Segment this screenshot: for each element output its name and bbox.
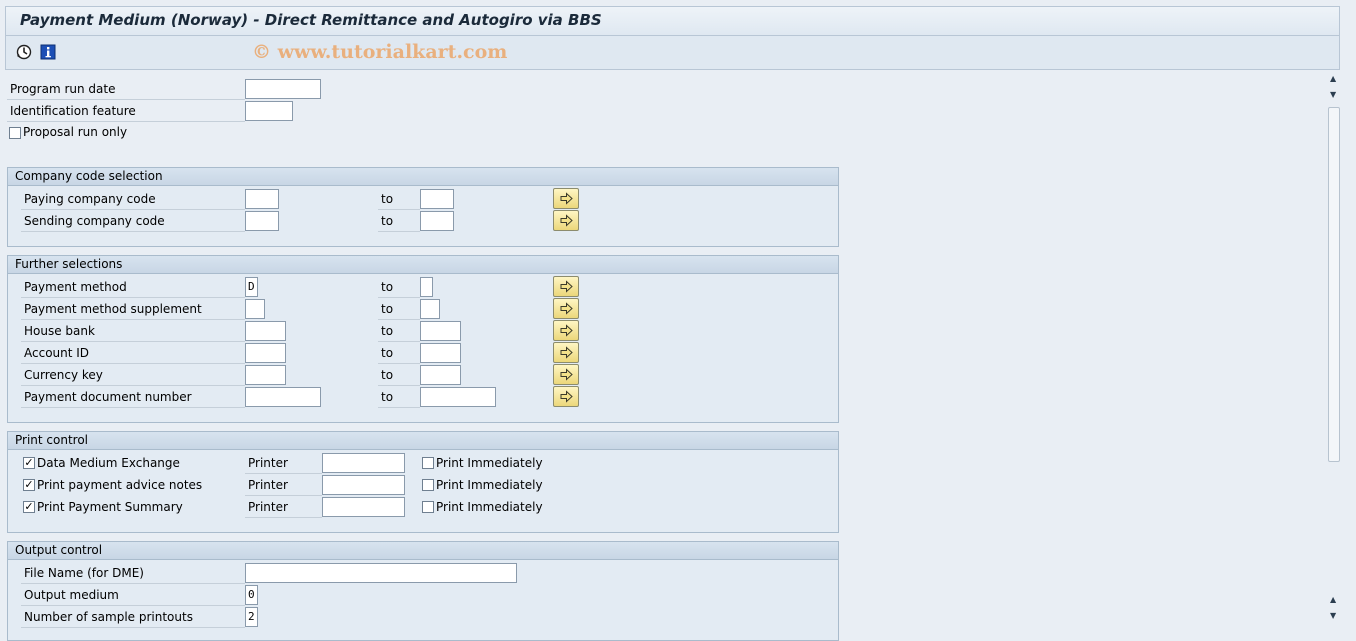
scroll-page-up-icon[interactable]: ▼: [1330, 90, 1336, 99]
execute-icon[interactable]: [16, 44, 32, 60]
currency-key-from[interactable]: [245, 365, 286, 385]
group-title: Company code selection: [8, 168, 838, 186]
payment-document-number-from[interactable]: [245, 387, 321, 407]
printer-label: Printer: [245, 453, 322, 474]
selection-screen: Program run date Identification feature …: [0, 71, 1324, 641]
scroll-down-icon[interactable]: ▼: [1330, 611, 1336, 620]
printer-field[interactable]: [322, 475, 405, 495]
print-payment-summary-label: Print Payment Summary: [37, 500, 183, 514]
file-name-field[interactable]: [245, 563, 517, 583]
payment-method-supplement-label: Payment method supplement: [21, 299, 245, 320]
print-payment-advice-checkbox[interactable]: ✓: [23, 479, 35, 491]
payment-method-to[interactable]: [420, 277, 433, 297]
print-immediately-label: Print Immediately: [436, 456, 543, 470]
multiple-selection-button[interactable]: [553, 188, 579, 209]
arrow-right-icon: [560, 346, 573, 359]
to-label: to: [378, 343, 420, 364]
identification-feature-field[interactable]: [245, 101, 293, 121]
data-medium-exchange-checkbox[interactable]: ✓: [23, 457, 35, 469]
print-payment-advice-label: Print payment advice notes: [37, 478, 203, 492]
group-title: Print control: [8, 432, 838, 450]
arrow-right-icon: [560, 214, 573, 227]
printer-label: Printer: [245, 475, 322, 496]
group-title: Output control: [8, 542, 838, 560]
printer-field[interactable]: [322, 453, 405, 473]
identification-feature-label: Identification feature: [7, 101, 245, 122]
file-name-label: File Name (for DME): [21, 563, 245, 584]
multiple-selection-button[interactable]: [553, 342, 579, 363]
currency-key-to[interactable]: [420, 365, 461, 385]
paying-company-code-label: Paying company code: [21, 189, 245, 210]
payment-document-number-label: Payment document number: [21, 387, 245, 408]
arrow-right-icon: [560, 390, 573, 403]
to-label: to: [378, 299, 420, 320]
printer-label: Printer: [245, 497, 322, 518]
proposal-run-checkbox[interactable]: [9, 127, 21, 139]
account-id-label: Account ID: [21, 343, 245, 364]
payment-method-supplement-to[interactable]: [420, 299, 440, 319]
to-label: to: [378, 189, 420, 210]
paying-company-code-to[interactable]: [420, 189, 454, 209]
print-immediately-checkbox[interactable]: [422, 457, 434, 469]
sample-printouts-label: Number of sample printouts: [21, 607, 245, 628]
group-title: Further selections: [8, 256, 838, 274]
house-bank-from[interactable]: [245, 321, 286, 341]
sample-printouts-field[interactable]: 2: [245, 607, 258, 627]
to-label: to: [378, 211, 420, 232]
printer-field[interactable]: [322, 497, 405, 517]
output-medium-label: Output medium: [21, 585, 245, 606]
scrollbar-thumb[interactable]: [1328, 107, 1340, 462]
sending-company-code-label: Sending company code: [21, 211, 245, 232]
to-label: to: [378, 321, 420, 342]
output-medium-field[interactable]: 0: [245, 585, 258, 605]
proposal-run-label: Proposal run only: [23, 125, 128, 139]
print-immediately-checkbox[interactable]: [422, 501, 434, 513]
multiple-selection-button[interactable]: [553, 298, 579, 319]
account-id-to[interactable]: [420, 343, 461, 363]
arrow-right-icon: [560, 192, 573, 205]
payment-document-number-to[interactable]: [420, 387, 496, 407]
arrow-right-icon: [560, 302, 573, 315]
paying-company-code-from[interactable]: [245, 189, 279, 209]
page-title: Payment Medium (Norway) - Direct Remitta…: [20, 11, 602, 29]
print-payment-summary-checkbox[interactable]: ✓: [23, 501, 35, 513]
arrow-right-icon: [560, 280, 573, 293]
house-bank-label: House bank: [21, 321, 245, 342]
scroll-page-down-icon[interactable]: ▲: [1330, 595, 1336, 604]
payment-method-supplement-from[interactable]: [245, 299, 265, 319]
account-id-from[interactable]: [245, 343, 286, 363]
to-label: to: [378, 277, 420, 298]
application-toolbar: © www.tutorialkart.com: [5, 36, 1340, 70]
scroll-up-icon[interactable]: ▲: [1330, 74, 1336, 83]
multiple-selection-button[interactable]: [553, 276, 579, 297]
print-immediately-label: Print Immediately: [436, 478, 543, 492]
program-run-date-field[interactable]: [245, 79, 321, 99]
sending-company-code-from[interactable]: [245, 211, 279, 231]
watermark: © www.tutorialkart.com: [252, 41, 508, 63]
to-label: to: [378, 387, 420, 408]
house-bank-to[interactable]: [420, 321, 461, 341]
multiple-selection-button[interactable]: [553, 210, 579, 231]
arrow-right-icon: [560, 368, 573, 381]
data-medium-exchange-label: Data Medium Exchange: [37, 456, 180, 470]
to-label: to: [378, 365, 420, 386]
arrow-right-icon: [560, 324, 573, 337]
multiple-selection-button[interactable]: [553, 320, 579, 341]
info-icon[interactable]: [40, 44, 56, 60]
multiple-selection-button[interactable]: [553, 364, 579, 385]
title-bar: Payment Medium (Norway) - Direct Remitta…: [5, 6, 1340, 36]
currency-key-label: Currency key: [21, 365, 245, 386]
print-immediately-checkbox[interactable]: [422, 479, 434, 491]
print-immediately-label: Print Immediately: [436, 500, 543, 514]
vertical-scrollbar[interactable]: ▲ ▼ ▲ ▼: [1326, 71, 1342, 626]
payment-method-from[interactable]: D: [245, 277, 258, 297]
sending-company-code-to[interactable]: [420, 211, 454, 231]
multiple-selection-button[interactable]: [553, 386, 579, 407]
program-run-date-label: Program run date: [7, 79, 245, 100]
payment-method-label: Payment method: [21, 277, 245, 298]
